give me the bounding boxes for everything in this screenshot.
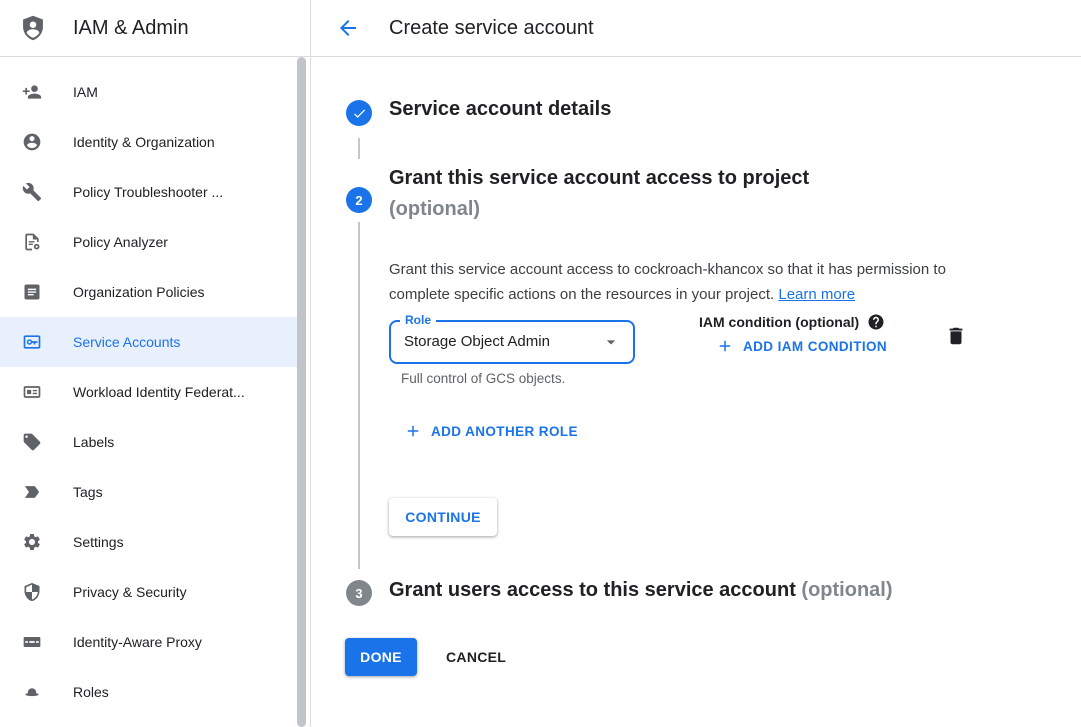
sidebar-item-label: Settings bbox=[73, 534, 124, 550]
page-title: Create service account bbox=[389, 17, 594, 40]
sidebar-item-iam[interactable]: IAM bbox=[0, 67, 297, 117]
person-add-icon bbox=[22, 82, 42, 102]
sidebar-item-identity-organization[interactable]: Identity & Organization bbox=[0, 117, 297, 167]
sidebar-item-label: Organization Policies bbox=[73, 284, 205, 300]
check-icon bbox=[352, 106, 367, 121]
sidebar-scrollbar[interactable] bbox=[297, 57, 306, 727]
role-select[interactable]: Role Storage Object Admin bbox=[389, 320, 635, 364]
back-arrow-icon bbox=[336, 16, 360, 40]
sidebar-item-service-accounts[interactable]: Service Accounts bbox=[0, 317, 297, 367]
help-icon[interactable] bbox=[867, 313, 885, 331]
role-select-value: Storage Object Admin bbox=[404, 322, 550, 362]
sidebar-item-policy-troubleshooter[interactable]: Policy Troubleshooter ... bbox=[0, 167, 297, 217]
dropdown-caret-icon bbox=[601, 332, 621, 352]
step-connector bbox=[358, 222, 360, 569]
iam-admin-shield-icon bbox=[19, 14, 47, 42]
step-2-indicator[interactable]: 2 bbox=[346, 187, 372, 213]
step-1-indicator-complete[interactable] bbox=[346, 100, 372, 126]
back-button[interactable] bbox=[336, 16, 360, 40]
delete-role-button[interactable] bbox=[945, 324, 969, 348]
sidebar-item-label: Workload Identity Federat... bbox=[73, 384, 245, 400]
sidebar-item-label: Service Accounts bbox=[73, 334, 180, 350]
sidebar-item-label: Roles bbox=[73, 684, 109, 700]
sidebar-item-label: Tags bbox=[73, 484, 103, 500]
step-2-title[interactable]: Grant this service account access to pro… bbox=[389, 167, 809, 190]
learn-more-link[interactable]: Learn more bbox=[778, 286, 855, 303]
role-helper-text: Full control of GCS objects. bbox=[401, 371, 565, 386]
step-3-indicator[interactable]: 3 bbox=[346, 580, 372, 606]
sidebar-item-settings[interactable]: Settings bbox=[0, 517, 297, 567]
app-title: IAM & Admin bbox=[73, 17, 189, 40]
policy-analyzer-icon bbox=[22, 232, 42, 252]
iam-condition-label: IAM condition (optional) bbox=[699, 314, 859, 330]
sidebar-item-label: Policy Analyzer bbox=[73, 234, 168, 250]
plus-icon bbox=[404, 422, 422, 440]
service-accounts-icon bbox=[22, 332, 42, 352]
sidebar-item-tags[interactable]: Tags bbox=[0, 467, 297, 517]
topbar-app-section: IAM & Admin bbox=[0, 0, 311, 56]
sidebar-item-organization-policies[interactable]: Organization Policies bbox=[0, 267, 297, 317]
main-content: Service account details 2 Grant this ser… bbox=[311, 57, 1081, 727]
sidebar-item-label: Policy Troubleshooter ... bbox=[73, 184, 223, 200]
add-another-role-button[interactable]: ADD ANOTHER ROLE bbox=[404, 422, 578, 440]
workload-identity-icon bbox=[22, 382, 42, 402]
step-3-title-row[interactable]: Grant users access to this service accou… bbox=[389, 579, 893, 602]
sidebar-item-label: IAM bbox=[73, 84, 98, 100]
proxy-icon bbox=[22, 632, 42, 652]
label-icon bbox=[22, 432, 42, 452]
sidebar-nav: IAM Identity & Organization Policy Trouble… bbox=[0, 57, 311, 727]
sidebar-item-label: Privacy & Security bbox=[73, 584, 187, 600]
add-another-role-label: ADD ANOTHER ROLE bbox=[431, 424, 578, 439]
step-2-optional-label: (optional) bbox=[389, 198, 480, 221]
trash-icon bbox=[945, 325, 969, 347]
description-text: Grant this service account access to coc… bbox=[389, 261, 946, 303]
sidebar-item-privacy-security[interactable]: Privacy & Security bbox=[0, 567, 297, 617]
plus-icon bbox=[716, 337, 734, 355]
sidebar-item-label: Identity-Aware Proxy bbox=[73, 634, 202, 650]
sidebar-item-label: Identity & Organization bbox=[73, 134, 215, 150]
topbar: IAM & Admin Create service account bbox=[0, 0, 1081, 57]
step-1-title[interactable]: Service account details bbox=[389, 98, 611, 121]
continue-button[interactable]: CONTINUE bbox=[389, 498, 497, 536]
wrench-icon bbox=[22, 182, 42, 202]
sidebar-item-workload-identity-federat[interactable]: Workload Identity Federat... bbox=[0, 367, 297, 417]
sidebar-item-identity-aware-proxy[interactable]: Identity-Aware Proxy bbox=[0, 617, 297, 667]
add-iam-condition-button[interactable]: ADD IAM CONDITION bbox=[716, 337, 887, 355]
step-connector bbox=[358, 138, 360, 159]
step-3-optional-label: (optional) bbox=[801, 579, 892, 601]
shield-icon bbox=[22, 582, 42, 602]
sidebar-item-policy-analyzer[interactable]: Policy Analyzer bbox=[0, 217, 297, 267]
topbar-page-section: Create service account bbox=[311, 0, 1081, 56]
sidebar-item-roles[interactable]: Roles bbox=[0, 667, 297, 717]
roles-hat-icon bbox=[22, 682, 42, 702]
done-button[interactable]: DONE bbox=[345, 638, 417, 676]
org-policies-icon bbox=[22, 282, 42, 302]
iam-condition-label-row: IAM condition (optional) bbox=[699, 313, 885, 331]
account-circle-icon bbox=[22, 132, 42, 152]
sidebar-item-label: Labels bbox=[73, 434, 114, 450]
tag-icon bbox=[22, 482, 42, 502]
step-2-description: Grant this service account access to coc… bbox=[389, 257, 997, 307]
step-3-title: Grant users access to this service accou… bbox=[389, 579, 796, 601]
cancel-button[interactable]: CANCEL bbox=[438, 638, 514, 676]
sidebar-item-labels[interactable]: Labels bbox=[0, 417, 297, 467]
gear-icon bbox=[22, 532, 42, 552]
add-iam-condition-label: ADD IAM CONDITION bbox=[743, 339, 887, 354]
